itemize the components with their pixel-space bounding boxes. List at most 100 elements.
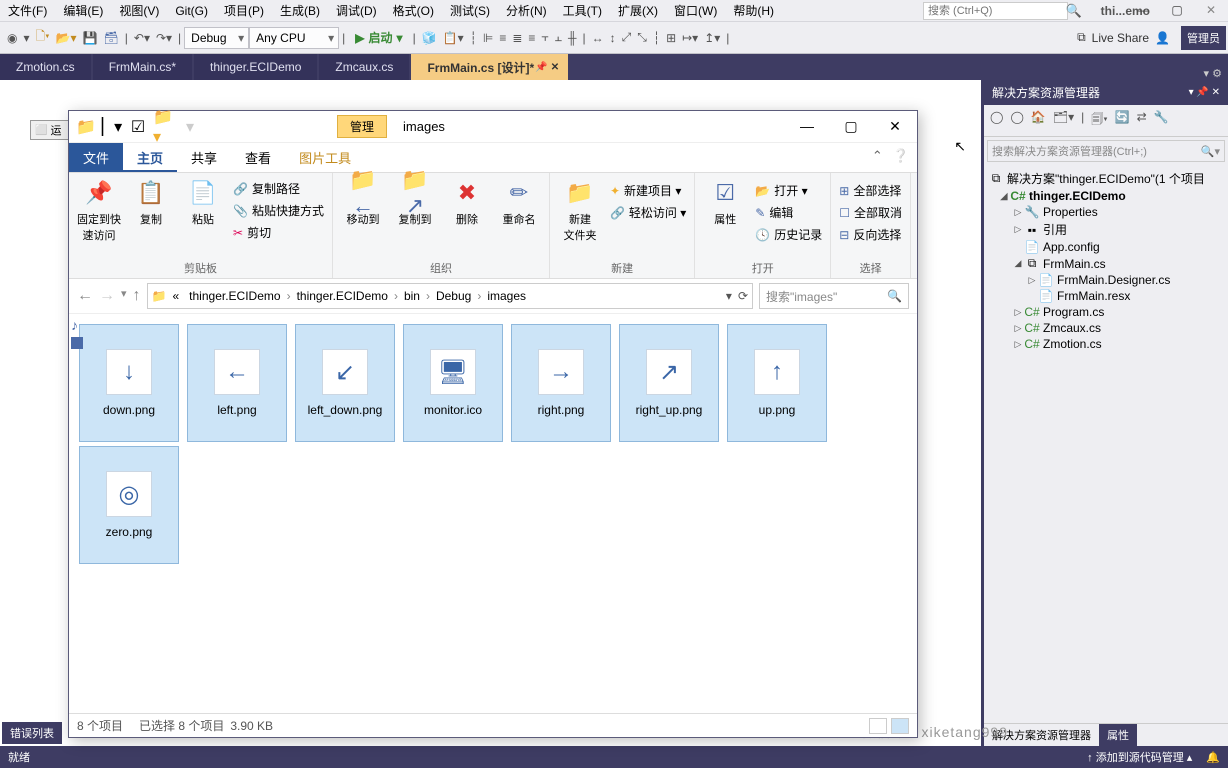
open-icon[interactable]: 📂▾ [53,31,80,45]
close-icon[interactable]: ✕ [873,112,917,142]
search-icon[interactable]: 🔍 [887,289,902,303]
properties-button[interactable]: ☑属性 [701,177,749,244]
bell-icon[interactable]: 🔔 [1206,751,1220,764]
file-item[interactable]: ←left.png [187,324,287,442]
minimize-icon[interactable]: — [785,112,829,142]
menu-item[interactable]: 生成(B) [272,0,328,22]
tree-row[interactable]: ◢⧉FrmMain.cs [984,255,1228,272]
close-icon[interactable]: ✕ [1194,0,1228,22]
file-item[interactable]: →right.png [511,324,611,442]
error-list-tab[interactable]: 错误列表 [2,722,62,744]
spacing-icon[interactable]: ↕ [607,31,619,45]
config-combo[interactable]: Debug [184,27,249,49]
tree-row[interactable]: ▷📄FrmMain.Designer.cs [984,272,1228,288]
breadcrumb[interactable]: 📁 « thinger.ECIDemo› thinger.ECIDemo› bi… [147,283,753,309]
copy-button[interactable]: 📋复制 [127,177,175,243]
cut-button[interactable]: ✂剪切 [231,223,326,242]
file-item[interactable]: ↑up.png [727,324,827,442]
tab-file[interactable]: 文件 [69,143,123,172]
spacing-icon[interactable]: ↦▾ [679,31,701,45]
help-icon[interactable]: ❔ [893,148,909,167]
delete-button[interactable]: ✖删除 [443,177,491,227]
live-share-button[interactable]: ⧉ Live Share 👤 [1077,30,1170,45]
file-item[interactable]: ◎zero.png [79,446,179,564]
menu-item[interactable]: 格式(O) [385,0,442,22]
tree-row[interactable]: ▷🔧Properties [984,204,1228,220]
menu-item[interactable]: 测试(S) [442,0,498,22]
search-files-input[interactable]: 搜索"images"🔍 [759,283,909,309]
align-icon[interactable]: ╫ [565,31,580,45]
details-view-icon[interactable] [869,718,887,734]
menu-item[interactable]: 项目(P) [216,0,272,22]
paste-shortcut-button[interactable]: 📎粘贴快捷方式 [231,201,326,220]
refresh-icon[interactable]: ⟳ [738,289,748,303]
spacing-icon[interactable]: ⤡ [634,30,650,45]
minimize-icon[interactable]: — [1126,0,1160,22]
forward-icon[interactable]: → [99,287,115,305]
copy-to-button[interactable]: 📁↗复制到 [391,177,439,227]
source-control[interactable]: ↑ 添加到源代码管理 ▴ [1087,749,1192,765]
folder-icon[interactable]: 📁▾ [153,116,175,138]
back-icon[interactable]: ← [77,287,93,305]
spacing-icon[interactable]: ↔ [589,31,607,45]
platform-combo[interactable]: Any CPU [249,27,339,49]
select-none-button[interactable]: ☐全部取消 [837,203,904,222]
menu-item[interactable]: 分析(N) [498,0,555,22]
menu-item[interactable]: 工具(T) [555,0,610,22]
align-icon[interactable]: ≣ [509,31,525,45]
move-to-button[interactable]: 📁←移动到 [339,177,387,227]
new-item-button[interactable]: ✦新建项目 ▾ [608,181,688,200]
tab-frmmain-design[interactable]: FrmMain.cs [设计]* [411,54,568,80]
redo-icon[interactable]: ↷▾ [153,31,175,45]
align-icon[interactable]: ⊫ [480,31,496,45]
toolbar-icon[interactable]: 🧊 [419,31,440,45]
checkbox-icon[interactable]: ☑ [127,116,149,138]
open-button[interactable]: 📂打开 ▾ [753,181,824,200]
save-icon[interactable]: 💾 [80,31,101,45]
toolbar-icon[interactable]: 📋▾ [440,31,467,45]
search-input[interactable] [923,2,1068,20]
file-item[interactable]: ↓down.png [79,324,179,442]
spacing-icon[interactable]: ⤢ [619,30,635,45]
context-tab[interactable]: 管理 [337,115,387,138]
spacing-icon[interactable]: ⊞ [663,31,679,45]
folder-icon[interactable]: 📁 [75,116,97,138]
tree-row[interactable]: ⧉解决方案"thinger.ECIDemo"(1 个项目 [984,169,1228,188]
invert-selection-button[interactable]: ⊟反向选择 [837,225,904,244]
tab-zmotion[interactable]: Zmotion.cs [0,54,91,80]
panel-tabs[interactable]: 解决方案资源管理器 属性 [984,723,1228,746]
thumbnails-view-icon[interactable] [891,718,909,734]
file-item[interactable]: ↙left_down.png [295,324,395,442]
tree-row[interactable]: ▷C#Zmotion.cs [984,336,1228,352]
solution-toolbar[interactable]: ◯◯🏠🗂▾|🗐▾🔄⇄🔧 [984,105,1228,137]
align-icon[interactable]: ⫟ [538,30,551,45]
tab-properties[interactable]: 属性 [1099,724,1137,746]
align-icon[interactable]: ⫠ [552,30,565,45]
tree-row[interactable]: 📄FrmMain.resx [984,288,1228,304]
recent-icon[interactable]: ▾ [121,287,127,305]
easy-access-button[interactable]: 🔗轻松访问 ▾ [608,203,688,222]
menu-item[interactable]: 文件(F) [0,0,55,22]
tree-row[interactable]: ▷C#Zmcaux.cs [984,320,1228,336]
solution-search[interactable]: 搜索解决方案资源管理器(Ctrl+;)🔍▾ [987,140,1225,162]
copy-path-button[interactable]: 🔗复制路径 [231,179,326,198]
rename-button[interactable]: ✏重命名 [495,177,543,227]
tab-zmcaux[interactable]: Zmcaux.cs [319,54,409,80]
undo-icon[interactable]: ↶▾ [131,31,153,45]
history-button[interactable]: 🕓历史记录 [753,225,824,244]
file-item[interactable]: 🖥monitor.ico [403,324,503,442]
menu-item[interactable]: 调试(D) [328,0,385,22]
tab-share[interactable]: 共享 [177,143,231,172]
edit-button[interactable]: ✎编辑 [753,203,824,222]
spacing-icon[interactable]: ↥▾ [701,31,723,45]
up-icon[interactable]: ↑ [133,287,141,305]
nav-back-icon[interactable]: ◉ [4,31,20,45]
tree-row[interactable]: 📄App.config [984,239,1228,255]
search-icon[interactable]: 🔍 [1066,3,1082,19]
start-button[interactable]: ▶ 启动 ▾ [348,28,409,47]
tab-thinger[interactable]: thinger.ECIDemo [194,54,317,80]
save-all-icon[interactable]: 🗃 [101,31,122,45]
menu-item[interactable]: 视图(V) [111,0,167,22]
align-icon[interactable]: ≡ [525,31,538,45]
menu-item[interactable]: 编辑(E) [55,0,111,22]
